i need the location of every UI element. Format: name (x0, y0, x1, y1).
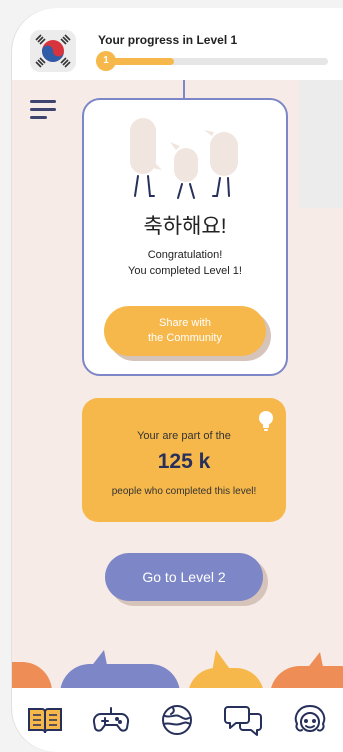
congratulations-korean: 축하해요! (143, 215, 227, 238)
congrats-line-2: You completed Level 1! (128, 265, 242, 277)
share-button-line-2: the Community (148, 332, 222, 344)
congratulations-message: Congratulation! You completed Level 1! (84, 247, 286, 279)
stats-description: people who completed this level! (111, 486, 257, 497)
nav-book-icon[interactable] (23, 698, 67, 742)
header: Your progress in Level 1 1 (12, 8, 343, 80)
completion-count: 125 k (157, 450, 211, 473)
stats-card: Your are part of the 125 k people who co… (82, 398, 286, 522)
stats-intro: Your are part of the (137, 430, 231, 442)
progress-title: Your progress in Level 1 (98, 33, 238, 47)
congratulation-card: 축하해요! Congratulation! You completed Leve… (82, 98, 288, 376)
share-button-line-1: Share with (159, 317, 211, 329)
app-screen: Your progress in Level 1 1 축하해요! Congrat… (12, 8, 343, 752)
go-to-level-2-button[interactable]: Go to Level 2 (105, 553, 263, 601)
nav-globe-icon[interactable] (155, 698, 199, 742)
menu-icon[interactable] (30, 100, 56, 122)
progress-bar (98, 58, 328, 65)
share-with-community-button[interactable]: Share with the Community (104, 306, 266, 356)
nav-avatar-icon[interactable] (288, 698, 332, 742)
congrats-line-1: Congratulation! (147, 249, 223, 261)
nav-chat-icon[interactable] (222, 698, 266, 742)
korea-flag-icon (30, 30, 76, 72)
speech-bubbles-illustration (130, 118, 238, 199)
lightbulb-icon[interactable] (258, 410, 274, 432)
nav-gamepad-icon[interactable] (89, 698, 133, 742)
level-badge: 1 (96, 51, 116, 71)
path-connector (183, 80, 185, 100)
bottom-navigation (12, 688, 343, 752)
